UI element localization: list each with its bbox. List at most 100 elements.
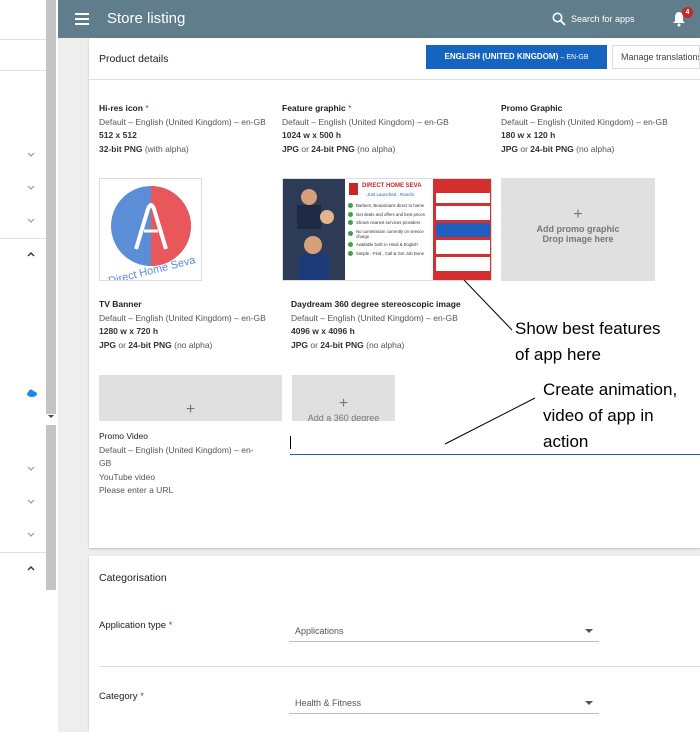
required-marker: * xyxy=(145,103,149,113)
feature-bullets-panel: DIRECT HOME SEVA Just Launched : Ranchi … xyxy=(345,179,433,280)
dropzone-hint: Drop image here xyxy=(542,234,614,244)
callout-features: Show best features of app here xyxy=(515,316,661,368)
manage-translations-button[interactable]: Manage translations xyxy=(612,45,700,69)
chevron-down-icon[interactable] xyxy=(26,530,36,540)
required-marker: * xyxy=(348,103,352,113)
format-bold: 24-bit PNG xyxy=(530,143,574,154)
hires-icon-size: 512 x 512 xyxy=(99,130,137,140)
callout-arrow-line xyxy=(463,280,513,331)
top-app-bar: Store listing Search for apps 4 xyxy=(58,0,700,38)
feature-bullet-text: Barbers, Beauticians direct to home xyxy=(356,203,425,208)
daydream-dropzone[interactable]: + Add a 360 degree xyxy=(292,375,395,421)
chevron-down-icon[interactable] xyxy=(26,464,36,474)
required-marker: * xyxy=(140,691,144,702)
label-text: Category xyxy=(99,691,138,702)
chevron-up-icon[interactable] xyxy=(26,564,36,574)
application-type-select[interactable]: Applications xyxy=(289,620,599,642)
feature-bullet: Simple - Find , Call & Get Job Done xyxy=(348,250,432,256)
callout-line: video of app in xyxy=(543,406,654,425)
format-rest: (no alpha) xyxy=(573,143,615,154)
format-bold: JPG xyxy=(99,339,117,350)
callout-video: Create animation, video of app in action xyxy=(543,377,677,455)
scroll-down-arrow-icon[interactable] xyxy=(47,414,55,420)
sidebar-divider xyxy=(0,238,46,239)
language-button[interactable]: ENGLISH (UNITED KINGDOM) – EN-GB xyxy=(426,45,607,69)
format-bold: 24-bit PNG xyxy=(320,339,364,350)
daydream-size: 4096 w x 4096 h xyxy=(291,326,355,336)
hamburger-menu-icon[interactable] xyxy=(75,13,89,25)
label-text: Application type xyxy=(99,620,167,631)
category-select[interactable]: Health & Fitness xyxy=(289,692,599,714)
app-logo-image: Direct Home Seva xyxy=(107,186,198,280)
promo-graphic-size: 180 w x 120 h xyxy=(501,130,556,140)
callout-line: action xyxy=(543,432,589,451)
tv-banner-language: Default – English (United Kingdom) – en-… xyxy=(99,312,266,323)
promo-video-hint: Please enter a URL xyxy=(99,485,174,495)
feature-brand: DIRECT HOME SEVA xyxy=(362,183,422,189)
feature-bullet: No commission currently on service charg… xyxy=(348,229,432,239)
format-rest: (no alpha) xyxy=(354,143,396,154)
select-value: Applications xyxy=(295,626,344,636)
callout-line: Show best features xyxy=(515,319,661,338)
page-title: Store listing xyxy=(107,10,186,27)
feature-graphic-info: Feature graphic * Default – English (Uni… xyxy=(282,102,449,156)
categorisation-title: Categorisation xyxy=(99,572,167,584)
sidebar-divider xyxy=(0,70,46,71)
divider xyxy=(89,79,700,80)
format-rest: (no alpha) xyxy=(171,339,213,350)
callout-line: of app here xyxy=(515,345,602,364)
chevron-down-icon[interactable] xyxy=(26,497,36,507)
callout-arrow-line xyxy=(444,397,536,445)
tv-banner-size: 1280 w x 720 h xyxy=(99,326,159,336)
dropdown-arrow-icon xyxy=(585,701,593,705)
tv-banner-dropzone[interactable]: + xyxy=(99,375,282,421)
ribbon-icon xyxy=(349,183,358,195)
check-icon xyxy=(348,220,353,225)
format-mid: or xyxy=(518,143,531,154)
dropzone-label: Add a 360 degree xyxy=(307,413,380,421)
feature-bullet: Shows nearest services providers xyxy=(348,220,432,225)
photo-figures xyxy=(283,179,345,280)
sidebar-scrollbar[interactable] xyxy=(46,0,56,414)
feature-bullet-text: Simple - Find , Call & Get Job Done xyxy=(356,250,425,256)
feature-graphic-title: Feature graphic xyxy=(282,103,346,113)
feature-graphic-image[interactable]: DIRECT HOME SEVA Just Launched : Ranchi … xyxy=(282,178,492,281)
format-mid: or xyxy=(116,339,129,350)
format-bold: 24-bit PNG xyxy=(311,143,355,154)
product-details-title: Product details xyxy=(99,53,169,65)
promo-graphic-dropzone[interactable]: + Add promo graphic Drop image here xyxy=(501,178,655,281)
promo-video-info: Promo Video Default – English (United Ki… xyxy=(99,430,254,498)
required-marker: * xyxy=(168,620,173,631)
format-rest: (no alpha) xyxy=(363,339,405,350)
feature-bullet-text: Available both in Hindi & English xyxy=(356,242,418,247)
feature-bullet: Get deals and offers and best prices xyxy=(348,211,432,217)
promo-graphic-language: Default – English (United Kingdom) – en-… xyxy=(501,116,668,127)
feature-bullet-text: Get deals and offers and best prices xyxy=(356,211,425,217)
check-icon xyxy=(348,231,353,236)
feature-bullet-text: No commission currently on service charg… xyxy=(356,228,424,239)
promo-video-title: Promo Video xyxy=(99,431,148,441)
application-type-label: Application type * xyxy=(99,620,172,631)
format-bold: JPG xyxy=(501,143,519,154)
chevron-down-icon[interactable] xyxy=(26,150,36,160)
promo-graphic-info: Promo Graphic Default – English (United … xyxy=(501,102,668,156)
search-input[interactable]: Search for apps xyxy=(571,14,635,24)
screen: Store listing Search for apps 4 Product … xyxy=(0,0,700,732)
chevron-down-icon[interactable] xyxy=(26,216,36,226)
cloud-icon xyxy=(27,389,37,397)
screenshot-row xyxy=(436,223,490,237)
select-value: Health & Fitness xyxy=(295,698,362,708)
divider xyxy=(99,666,700,667)
hires-icon-image[interactable]: Direct Home Seva xyxy=(99,178,202,281)
promo-video-language-cont: GB xyxy=(99,458,112,468)
sidebar-scrollbar[interactable] xyxy=(46,425,56,590)
search-icon[interactable] xyxy=(552,12,566,26)
chevron-down-icon[interactable] xyxy=(26,183,36,193)
format-mid: or xyxy=(299,143,312,154)
daydream-language: Default – English (United Kingdom) – en-… xyxy=(291,312,458,323)
format-bold: JPG xyxy=(291,339,309,350)
hires-icon-language: Default – English (United Kingdom) – en-… xyxy=(99,116,266,127)
chevron-up-icon[interactable] xyxy=(26,250,36,260)
phone-screenshot xyxy=(433,179,491,280)
category-label: Category * xyxy=(99,691,144,702)
